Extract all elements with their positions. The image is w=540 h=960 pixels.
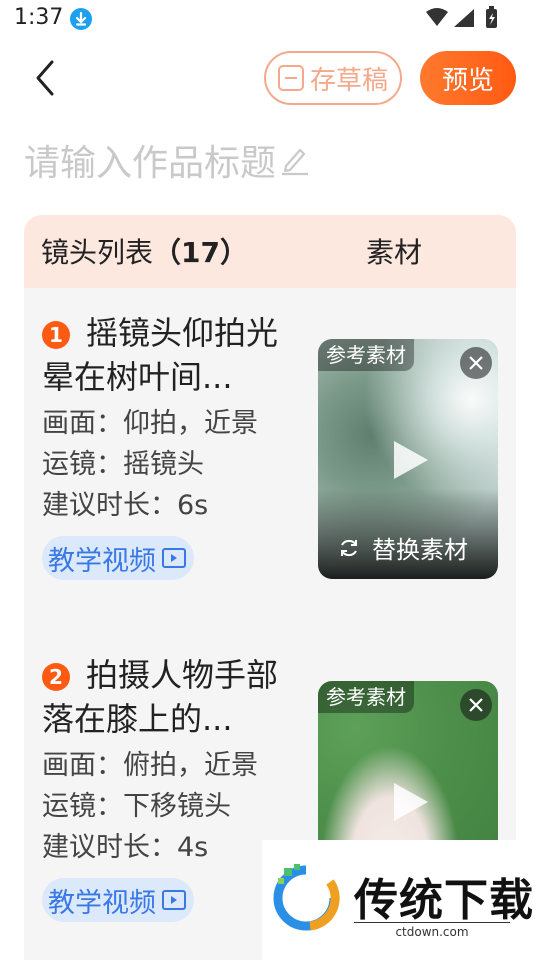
save-draft-label: 存草稿	[309, 65, 388, 96]
draft-icon	[277, 65, 304, 91]
tutorial-video-button[interactable]: 教学视频	[42, 536, 194, 580]
shot-camera: 运镜：摇镜头	[42, 449, 204, 480]
shot-camera: 运镜：下移镜头	[42, 791, 231, 822]
title-input[interactable]: 请输入作品标题	[24, 136, 310, 184]
watermark-text: 传统下载	[354, 875, 534, 926]
back-button[interactable]	[28, 56, 68, 100]
video-icon	[162, 548, 186, 568]
video-icon	[162, 890, 186, 910]
shot-picture: 画面：俯拍，近景	[42, 750, 258, 781]
refresh-icon	[341, 539, 357, 556]
shot-meta: 画面：仰拍，近景 运镜：摇镜头 建议时长：6s	[42, 403, 304, 526]
shot-count: （17）	[153, 236, 248, 269]
watermark: 传统下载 ctdown.com	[262, 840, 540, 960]
watermark-logo-icon	[273, 864, 340, 931]
replace-material-button[interactable]: 替换素材	[338, 530, 468, 565]
preview-button[interactable]: 预览	[420, 51, 516, 105]
tutorial-video-label: 教学视频	[48, 887, 156, 919]
shot-number-badge: 1	[42, 321, 70, 349]
reference-material-label: 参考素材	[318, 339, 414, 371]
save-draft-button[interactable]: 存草稿	[264, 51, 402, 105]
play-icon[interactable]	[386, 779, 432, 825]
shot-list-header: 镜头列表（17） 素材	[24, 215, 516, 288]
watermark-subtext: ctdown.com	[354, 922, 510, 939]
reference-material-thumbnail[interactable]: 参考素材 替换素材	[318, 339, 498, 579]
material-column-label: 素材	[366, 236, 423, 269]
close-icon	[469, 356, 483, 370]
back-arrow-icon	[36, 60, 54, 96]
shot-item[interactable]: 1 摇镜头仰拍光晕在树叶间... 画面：仰拍，近景 运镜：摇镜头 建议时长：6s…	[24, 311, 516, 601]
replace-material-label: 替换素材	[372, 536, 468, 564]
wifi-icon	[426, 8, 448, 26]
status-icons	[426, 6, 497, 28]
shot-title: 摇镜头仰拍光晕在树叶间...	[42, 314, 279, 396]
tutorial-video-button[interactable]: 教学视频	[42, 878, 194, 922]
shot-title: 拍摄人物手部落在膝上的...	[42, 656, 279, 738]
signal-icon	[454, 9, 474, 27]
shot-list-title: 镜头列表（17）	[41, 236, 248, 269]
reference-material-label: 参考素材	[318, 681, 414, 713]
shot-number-badge: 2	[42, 663, 70, 691]
shot-duration: 建议时长：6s	[42, 490, 209, 521]
title-placeholder: 请输入作品标题	[24, 143, 277, 184]
status-bar: 1:37	[0, 0, 540, 38]
remove-material-button[interactable]	[460, 347, 492, 379]
shot-picture: 画面：仰拍，近景	[42, 408, 258, 439]
remove-material-button[interactable]	[460, 689, 492, 721]
shot-info: 1 摇镜头仰拍光晕在树叶间... 画面：仰拍，近景 运镜：摇镜头 建议时长：6s…	[42, 311, 304, 580]
status-time: 1:37	[14, 5, 64, 30]
preview-label: 预览	[441, 65, 494, 96]
pencil-icon	[282, 148, 309, 176]
tutorial-video-label: 教学视频	[48, 545, 156, 577]
play-icon[interactable]	[386, 437, 432, 483]
close-icon	[469, 698, 483, 712]
download-icon	[70, 8, 92, 30]
battery-icon	[486, 6, 497, 28]
